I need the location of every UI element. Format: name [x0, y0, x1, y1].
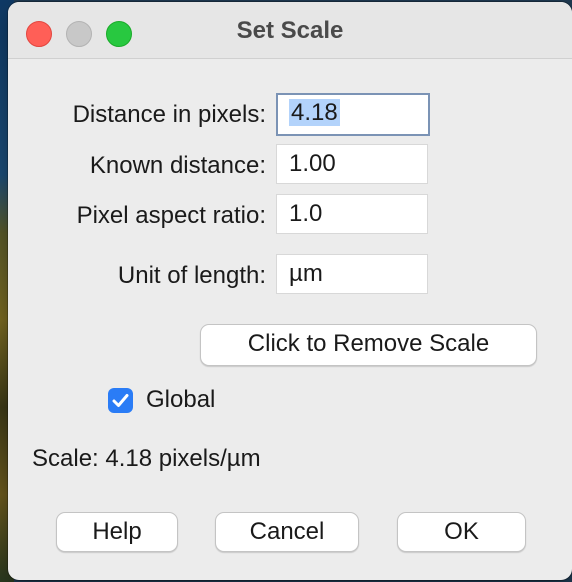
set-scale-dialog: Set Scale Distance in pixels: 4.18 Known…	[8, 2, 572, 580]
title-bar[interactable]: Set Scale	[8, 2, 572, 59]
cancel-button[interactable]: Cancel	[215, 512, 359, 552]
global-label: Global	[146, 386, 216, 413]
ok-button[interactable]: OK	[397, 512, 526, 552]
known-distance-field[interactable]: 1.00	[276, 144, 428, 184]
known-distance-label: Known distance:	[89, 152, 266, 179]
help-button[interactable]: Help	[56, 512, 178, 552]
scale-status-text: Scale: 4.18 pixels/µm	[32, 445, 261, 472]
unit-of-length-label: Unit of length:	[117, 262, 266, 289]
pixel-aspect-ratio-field[interactable]: 1.0	[276, 194, 428, 234]
global-checkbox[interactable]	[108, 388, 133, 413]
window-title: Set Scale	[236, 17, 344, 44]
checkmark-icon	[112, 394, 129, 407]
selected-text: 4.18	[289, 99, 340, 126]
unit-of-length-field[interactable]: µm	[276, 254, 428, 294]
pixel-aspect-ratio-label: Pixel aspect ratio:	[76, 202, 266, 229]
distance-in-pixels-field[interactable]: 4.18	[276, 93, 430, 136]
remove-scale-button[interactable]: Click to Remove Scale	[200, 324, 537, 366]
distance-in-pixels-label: Distance in pixels:	[72, 101, 266, 128]
